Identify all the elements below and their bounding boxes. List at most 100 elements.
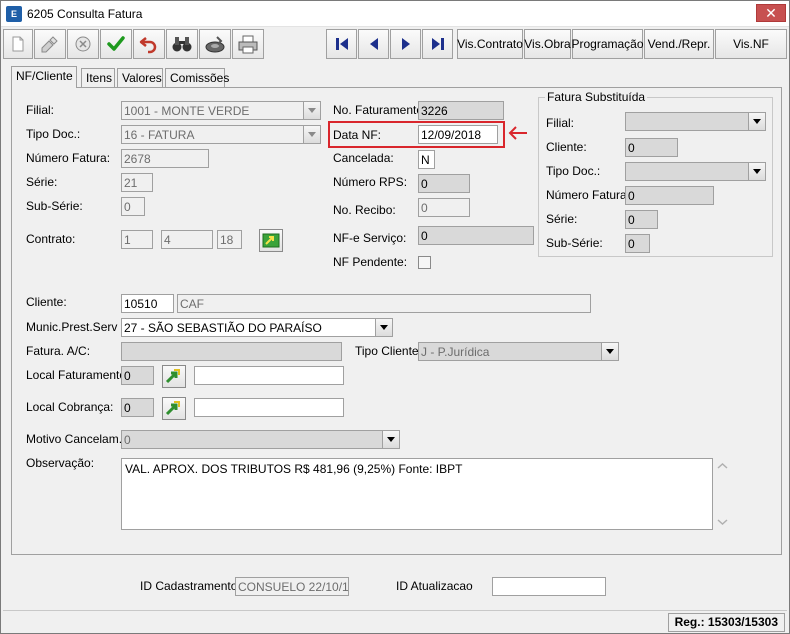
local-faturamento-label: Local Faturamento: (26, 368, 130, 382)
cancelada-label: Cancelada: (333, 151, 394, 165)
no-recibo-field[interactable]: 0 (418, 198, 470, 217)
programacao-button[interactable]: Programação (571, 29, 644, 59)
new-icon (12, 36, 24, 52)
vis-nf-label: Vis.NF (733, 37, 769, 51)
last-record-button[interactable] (422, 29, 453, 59)
observacao-textarea[interactable]: VAL. APROX. DOS TRIBUTOS R$ 481,96 (9,25… (121, 458, 713, 530)
chevron-down-icon[interactable] (303, 102, 320, 119)
previous-record-button[interactable] (358, 29, 389, 59)
no-faturamento-field[interactable]: 3226 (418, 101, 504, 120)
first-record-icon (335, 38, 348, 50)
munic-prest-serv-select[interactable]: 27 - SÃO SEBASTIÃO DO PARAÍSO (121, 318, 393, 337)
sub-serie-field[interactable]: 0 (121, 197, 145, 216)
filial-label: Filial: (26, 103, 55, 117)
first-record-button[interactable] (326, 29, 357, 59)
chevron-down-icon[interactable] (748, 113, 765, 130)
id-atualizacao-field[interactable] (492, 577, 606, 596)
cancelada-field[interactable]: N (418, 150, 435, 169)
cliente-name-field[interactable]: CAF (177, 294, 591, 313)
motivo-cancelam-select[interactable]: 0 (121, 430, 400, 449)
edit-button[interactable] (34, 29, 66, 59)
app-icon: E (6, 6, 22, 22)
next-record-button[interactable] (390, 29, 421, 59)
local-cobranca-lookup-button[interactable] (162, 397, 186, 420)
local-faturamento-lookup-button[interactable] (162, 365, 186, 388)
delete-button[interactable] (67, 29, 99, 59)
fs-sub-serie-label: Sub-Série: (546, 236, 603, 250)
vis-obra-label: Vis.Obra (524, 37, 571, 51)
nfe-servico-field[interactable]: 0 (418, 226, 534, 245)
contrato-field-3[interactable]: 18 (217, 230, 242, 249)
nf-pendente-label: NF Pendente: (333, 255, 408, 269)
vis-obra-button[interactable]: Vis.Obra (524, 29, 571, 59)
undo-icon (139, 37, 157, 54)
fatura-ac-field[interactable] (121, 342, 342, 361)
local-cobranca-desc-field[interactable] (194, 398, 344, 417)
chevron-down-icon[interactable] (748, 163, 765, 180)
filial-select[interactable]: 1001 - MONTE VERDE (121, 101, 321, 120)
print-icon (238, 35, 258, 54)
fs-tipo-doc-label: Tipo Doc.: (546, 164, 601, 178)
fs-cliente-field[interactable]: 0 (625, 138, 678, 157)
chevron-down-icon[interactable] (382, 431, 399, 448)
numero-rps-field[interactable]: 0 (418, 174, 470, 193)
local-faturamento-desc-field[interactable] (194, 366, 344, 385)
data-nf-label: Data NF: (333, 128, 382, 142)
fs-numero-fatura-field[interactable]: 0 (625, 186, 714, 205)
filial-value: 1001 - MONTE VERDE (124, 104, 250, 118)
lookup-button[interactable] (199, 29, 231, 59)
next-record-icon (401, 38, 410, 50)
local-faturamento-code-field[interactable]: 0 (121, 366, 154, 385)
last-record-icon (431, 38, 444, 50)
contrato-field-1[interactable]: 1 (121, 230, 153, 249)
chevron-down-icon[interactable] (375, 319, 392, 336)
id-cadastramento-field[interactable]: CONSUELO 22/10/18 (235, 577, 349, 596)
scroll-down-icon[interactable] (714, 516, 731, 528)
local-cobranca-label: Local Cobrança: (26, 400, 114, 414)
scroll-up-icon[interactable] (714, 460, 731, 472)
tipo-cliente-value: J - P.Jurídica (421, 345, 490, 359)
fs-tipo-doc-select[interactable] (625, 162, 766, 181)
new-button[interactable] (3, 29, 33, 59)
data-nf-field[interactable]: 12/09/2018 (418, 125, 498, 144)
tab-valores[interactable]: Valores (117, 68, 163, 88)
numero-fatura-field[interactable]: 2678 (121, 149, 209, 168)
nf-pendente-checkbox[interactable] (418, 256, 431, 269)
close-button[interactable]: ✕ (756, 4, 786, 22)
search-button[interactable] (166, 29, 198, 59)
no-recibo-label: No. Recibo: (333, 203, 396, 217)
window-title: 6205 Consulta Fatura (27, 7, 143, 21)
contrato-field-2[interactable]: 4 (161, 230, 213, 249)
munic-prest-serv-value: 27 - SÃO SEBASTIÃO DO PARAÍSO (124, 321, 322, 335)
serie-field[interactable]: 21 (121, 173, 153, 192)
programacao-label: Programação (571, 37, 644, 51)
tab-itens[interactable]: Itens (81, 68, 115, 88)
vis-nf-button[interactable]: Vis.NF (715, 29, 787, 59)
tipo-doc-select[interactable]: 16 - FATURA (121, 125, 321, 144)
vis-contrato-button[interactable]: Vis.Contrato (457, 29, 523, 59)
tab-nf-cliente[interactable]: NF/Cliente (11, 66, 77, 88)
undo-button[interactable] (133, 29, 165, 59)
tipo-cliente-select[interactable]: J - P.Jurídica (418, 342, 619, 361)
contrato-label: Contrato: (26, 232, 76, 246)
chevron-down-icon[interactable] (601, 343, 618, 360)
chevron-down-icon[interactable] (303, 126, 320, 143)
cliente-code-field[interactable]: 10510 (121, 294, 174, 313)
record-status: Reg.: 15303/15303 (667, 613, 785, 632)
nfe-servico-label: NF-e Serviço: (333, 231, 407, 245)
numero-fatura-label: Número Fatura: (26, 151, 111, 165)
print-button[interactable] (232, 29, 264, 59)
vend-repr-button[interactable]: Vend./Repr. (644, 29, 714, 59)
lookup-arrow-icon (165, 369, 180, 384)
contrato-lookup-button[interactable] (259, 229, 283, 252)
id-cadastramento-label: ID Cadastramento (140, 579, 238, 593)
tab-comissoes[interactable]: Comissões (165, 68, 229, 88)
fs-filial-select[interactable] (625, 112, 766, 131)
confirm-button[interactable] (100, 29, 132, 59)
toolbar: Vis.Contrato Vis.Obra Programação Vend./… (3, 29, 787, 61)
fs-serie-field[interactable]: 0 (625, 210, 658, 229)
fs-sub-serie-field[interactable]: 0 (625, 234, 650, 253)
observacao-scrollbar[interactable] (714, 458, 731, 530)
local-cobranca-code-field[interactable]: 0 (121, 398, 154, 417)
tipo-doc-label: Tipo Doc.: (26, 127, 81, 141)
